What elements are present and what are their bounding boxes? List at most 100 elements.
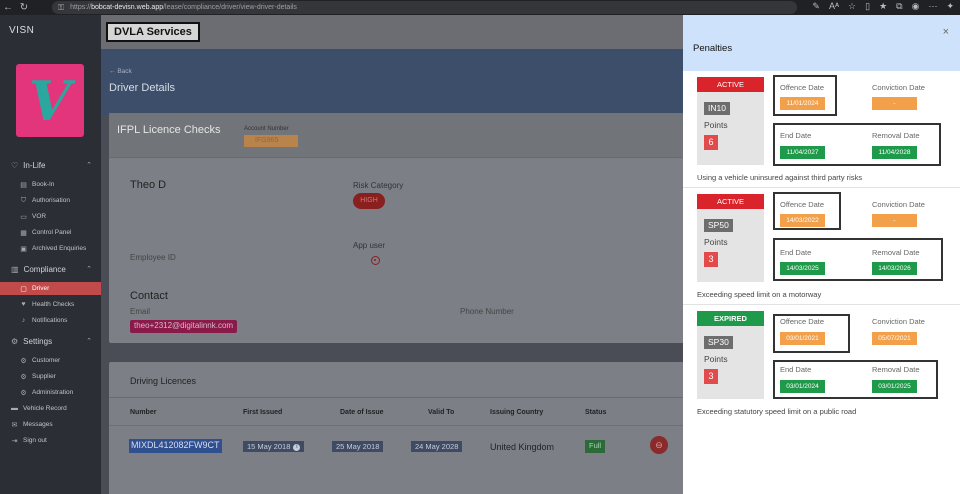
conviction-date-label: Conviction Date [872, 200, 925, 209]
conviction-date-value: 05/07/2021 [872, 332, 917, 345]
remove-licence-button[interactable]: ⊖ [650, 436, 668, 454]
end-date-value: 14/03/2025 [780, 262, 825, 275]
end-date-value: 11/04/2027 [780, 146, 825, 159]
chevron-up-icon: ⌃ [86, 338, 92, 345]
url-text: https://bobcat-devisn.web.app/lease/comp… [70, 4, 297, 11]
gear-icon: ⚙ [11, 336, 19, 346]
first-issued-value: 15 May 2018 i [243, 441, 305, 452]
sidebar-item-book-in[interactable]: ▤ Book-In [0, 178, 101, 191]
column-header-date-of-issue: Date of Issue [340, 409, 384, 416]
page-title: Driver Details [109, 82, 176, 94]
conviction-date-label: Conviction Date [872, 317, 925, 326]
penalty-summary: ACTIVE IN10 Points 6 [697, 77, 764, 165]
sidebar-item-archived-enquiries[interactable]: ▣ Archived Enquiries [0, 242, 101, 255]
conviction-date-label: Conviction Date [872, 83, 925, 92]
brand-name: VISN [9, 25, 35, 36]
address-bar[interactable]: ⚿ https://bobcat-devisn.web.app/lease/co… [52, 1, 797, 14]
driving-licences-header: Driving Licences [109, 362, 683, 398]
licence-number[interactable]: MIXDL412082FW9CT [129, 439, 222, 453]
chevron-up-icon: ⌃ [86, 266, 92, 273]
sidebar-item-vehicle-record[interactable]: ▬ Vehicle Record [0, 402, 101, 415]
copilot-icon[interactable]: ✦ [946, 1, 954, 12]
penalty-description: Exceeding statutory speed limit on a pub… [697, 407, 857, 416]
removal-date-label: Removal Date [872, 365, 920, 374]
points-value: 6 [704, 135, 718, 150]
table-divider [109, 425, 683, 426]
sidebar-item-sign-out[interactable]: ⇥ Sign out [0, 434, 101, 447]
close-icon[interactable]: × [943, 26, 949, 38]
offence-date-value: 11/01/2024 [780, 97, 825, 110]
split-screen-icon[interactable]: ▯ [865, 1, 870, 12]
email-value[interactable]: theo+2312@digitalinnk.com [130, 320, 238, 333]
chevron-up-icon: ⌃ [86, 162, 92, 169]
sidebar-item-administration[interactable]: ⚙ Administration [0, 386, 101, 399]
sidebar-item-messages[interactable]: ✉ Messages [0, 418, 101, 431]
end-date-label: End Date [780, 365, 812, 374]
sidebar-item-health-checks[interactable]: ♥ Health Checks [0, 298, 101, 311]
points-value: 3 [704, 369, 718, 384]
points-label: Points [704, 354, 728, 364]
sidebar-item-notifications[interactable]: ♪ Notifications [0, 314, 101, 327]
sidebar-item-driver[interactable]: ▢ Driver [0, 282, 101, 295]
points-value: 3 [704, 252, 718, 267]
sidebar-item-control-panel[interactable]: ▦ Control Panel [0, 226, 101, 239]
info-icon[interactable]: i [293, 443, 301, 451]
mail-icon: ✉ [11, 421, 18, 429]
main-content: DVLA Services ← Back Driver Details IFPL… [101, 15, 683, 494]
sidebar-item-vor[interactable]: ▭ VOR [0, 210, 101, 223]
column-header-status: Status [585, 409, 607, 416]
page-hero [101, 49, 683, 115]
gear-icon: ⚙ [20, 373, 27, 381]
nav-group-settings[interactable]: ⚙ Settings ⌃ [0, 334, 101, 348]
risk-category-label: Risk Category [353, 181, 404, 190]
sign-out-icon: ⇥ [11, 437, 18, 445]
gear-icon: ⚙ [20, 389, 27, 397]
reader-icon[interactable]: Aᴬ [829, 1, 839, 12]
sidebar-item-supplier[interactable]: ⚙ Supplier [0, 370, 101, 383]
licence-status-badge: Full [585, 440, 606, 453]
profile-icon[interactable]: ◉ [912, 1, 920, 12]
end-removal-highlight [773, 123, 941, 166]
favorites-icon[interactable]: ★ [879, 1, 887, 12]
removal-date-value: 03/01/2025 [872, 380, 917, 393]
offence-date-value: 14/03/2022 [780, 214, 825, 227]
column-header-issuing-country: Issuing Country [490, 409, 544, 416]
nav-group-compliance[interactable]: ▥ Compliance ⌃ [0, 262, 101, 276]
penalties-panel: Penalties × ACTIVE IN10 Points 6 Offence… [683, 15, 960, 494]
sidebar-item-customer[interactable]: ⚙ Customer [0, 354, 101, 367]
offence-date-label: Offence Date [780, 200, 825, 209]
employee-id-label: Employee ID [130, 253, 176, 262]
conviction-date-value: - [872, 97, 917, 110]
back-link[interactable]: ← Back [109, 68, 132, 75]
more-icon[interactable]: ⋯ [928, 1, 937, 12]
heart-pulse-icon: ♡ [11, 160, 19, 170]
vehicle-icon: ▬ [11, 405, 18, 412]
offence-date-label: Offence Date [780, 83, 825, 92]
issuing-country-value: United Kingdom [490, 442, 555, 452]
edit-icon[interactable]: ✎ [812, 1, 820, 12]
account-number-label: Account Number [244, 126, 289, 132]
contact-title: Contact [130, 290, 168, 302]
penalty-description: Exceeding speed limit on a motorway [697, 290, 822, 299]
offence-date-value: 03/01/2021 [780, 332, 825, 345]
sidebar-item-authorisation[interactable]: ⛉ Authorisation [0, 194, 101, 207]
brand-logo: V [16, 64, 84, 137]
end-date-label: End Date [780, 248, 812, 257]
penalty-code: SP30 [704, 336, 733, 349]
email-label: Email [130, 307, 151, 316]
driving-licences-title: Driving Licences [130, 376, 197, 386]
penalty-status-badge: EXPIRED [697, 311, 764, 326]
penalty-status-badge: ACTIVE [697, 194, 764, 209]
car-icon: ▭ [20, 213, 27, 221]
penalty-summary: ACTIVE SP50 Points 3 [697, 194, 764, 282]
sidebar: VISN V ♡ In-Life ⌃ ▤ Book-In ⛉ Authorisati… [0, 15, 101, 494]
reload-icon[interactable]: ↻ [16, 2, 32, 13]
back-arrow-icon[interactable]: ← [0, 2, 16, 13]
app-user-status-icon [371, 256, 380, 265]
nav-group-in-life[interactable]: ♡ In-Life ⌃ [0, 158, 101, 172]
gear-icon: ⚙ [20, 357, 27, 365]
end-date-value: 03/01/2024 [780, 380, 825, 393]
favorite-icon[interactable]: ☆ [848, 1, 856, 12]
collections-icon[interactable]: ⧉ [896, 1, 902, 12]
conviction-date-value: - [872, 214, 917, 227]
